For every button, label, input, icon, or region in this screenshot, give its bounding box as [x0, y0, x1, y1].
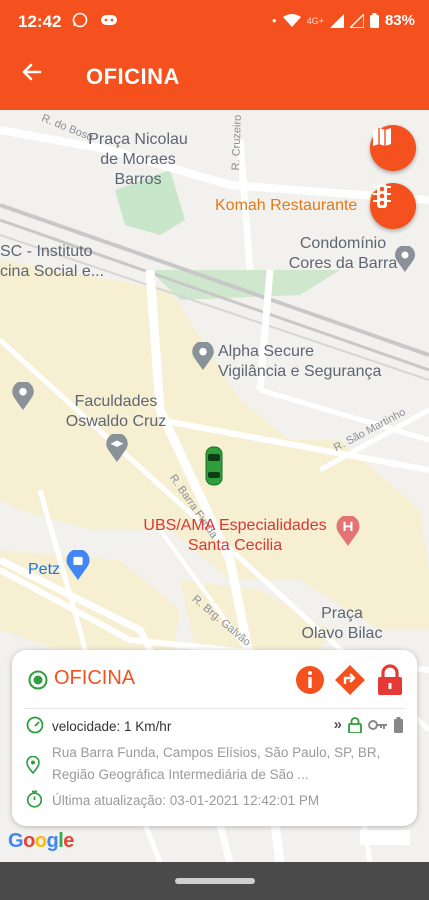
place-label: Condomínio Cores da Barra: [288, 235, 398, 272]
back-arrow-icon[interactable]: [20, 60, 44, 90]
card-divider: [24, 708, 405, 709]
dot-icon: ●: [271, 16, 277, 25]
page-title: OFICINA: [86, 64, 180, 89]
map-pin-icon[interactable]: [395, 246, 415, 272]
notification-icons: [72, 11, 118, 29]
discord-icon: [101, 14, 118, 25]
map-pin-icon[interactable]: [192, 342, 214, 370]
vehicle-name: OFICINA: [54, 667, 136, 689]
system-nav-bar: [0, 862, 429, 900]
directions-button[interactable]: [334, 664, 366, 696]
signal-icon: [329, 13, 344, 28]
location-pin-icon: [26, 755, 40, 775]
lock-icon: [378, 664, 402, 695]
address-row: Rua Barra Funda, Campos Elísios, São Pau…: [26, 742, 398, 786]
place-label: Alpha Secure Vigilância e Segurança: [218, 343, 382, 380]
status-time: 12:42: [18, 12, 62, 31]
map-pin-icon[interactable]: [12, 382, 34, 410]
google-logo: Google: [8, 830, 74, 852]
shopping-pin-icon[interactable]: [66, 550, 90, 580]
directions-icon: [335, 665, 365, 695]
battery-status-icon: [394, 716, 403, 733]
last-update-row: Última atualização: 03-01-2021 12:42:01 …: [26, 790, 319, 812]
unlock-icon: [348, 716, 362, 733]
fast-forward-icon: »: [333, 716, 342, 733]
battery-percent: 83%: [384, 12, 415, 29]
place-label: SC - Instituto cina Social e...: [0, 243, 105, 280]
traffic-button[interactable]: [370, 183, 416, 229]
whatsapp-icon: [72, 12, 88, 28]
radio-target-icon: [28, 670, 48, 690]
key-icon: [368, 719, 387, 730]
place-label: Praça Olavo Bilac: [301, 605, 383, 642]
status-bar: 12:42 ● 4G+ 83%: [0, 0, 429, 44]
traffic-light-icon: [373, 184, 391, 208]
last-update-text: Última atualização: 03-01-2021 12:42:01 …: [52, 793, 320, 808]
info-icon: [296, 666, 324, 694]
speed-row: velocidade: 1 Km/hr: [26, 716, 171, 738]
place-label: Faculdades Oswaldo Cruz: [65, 393, 167, 430]
speedometer-icon: [26, 716, 44, 734]
map-icon: [373, 128, 391, 146]
place-label: UBS/AMA Especialidades Santa Cecilia: [143, 517, 327, 554]
vehicle-status-icons: »: [334, 716, 403, 733]
status-right: ● 4G+ 83%: [272, 12, 415, 29]
vehicle-info-card: OFICINA velocidade: 1 Km/hr » Rua Barra …: [12, 650, 417, 826]
school-pin-icon[interactable]: [106, 434, 128, 462]
place-label: Komah Restaurante: [215, 197, 358, 214]
wifi-icon: [282, 13, 301, 27]
address-text: Rua Barra Funda, Campos Elísios, São Pau…: [52, 745, 381, 782]
vehicle-car-icon[interactable]: [205, 446, 223, 486]
stopwatch-icon: [26, 790, 43, 808]
info-button[interactable]: [294, 664, 326, 696]
hospital-pin-icon[interactable]: [336, 516, 360, 546]
speed-text: velocidade: 1 Km/hr: [52, 719, 172, 734]
lock-button[interactable]: [374, 664, 406, 696]
battery-icon: [369, 13, 379, 28]
network-label: 4G+: [306, 15, 324, 26]
street-label: R. Cruzeiro: [229, 114, 244, 171]
place-label: Praça Nicolau de Moraes Barros: [88, 131, 188, 188]
home-gesture-handle[interactable]: [175, 878, 255, 884]
signal-icon-2: [349, 13, 364, 28]
app-bar: OFICINA: [0, 44, 429, 110]
place-label: Petz: [28, 561, 61, 578]
map-type-button[interactable]: [370, 125, 416, 171]
